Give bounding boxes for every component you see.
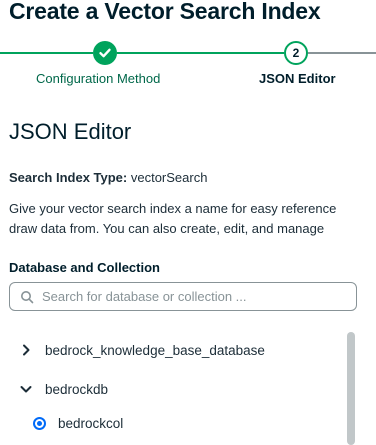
stepper-line-pending xyxy=(308,52,376,54)
check-icon xyxy=(99,48,111,58)
description-line: draw data from. You can also create, edi… xyxy=(9,221,325,236)
step-2-label: JSON Editor xyxy=(259,71,336,86)
tree-scrollbar[interactable] xyxy=(345,332,357,445)
scrollbar-thumb[interactable] xyxy=(347,332,355,445)
tree-item-database[interactable]: bedrockdb xyxy=(0,377,108,401)
collection-radio[interactable] xyxy=(33,416,46,430)
search-field[interactable] xyxy=(9,282,357,311)
database-collection-label: Database and Collection xyxy=(9,260,160,275)
stepper-line xyxy=(0,52,93,54)
tree-item-label: bedrockdb xyxy=(45,381,109,397)
index-type-label: Search Index Type: xyxy=(9,170,128,185)
page-title: Create a Vector Search Index xyxy=(9,0,321,24)
index-type: Search Index Type: vectorSearch xyxy=(9,170,207,185)
stepper-line xyxy=(117,52,284,54)
step-1-indicator[interactable] xyxy=(93,41,117,65)
section-title: JSON Editor xyxy=(9,119,132,144)
tree-item-database[interactable]: bedrock_knowledge_base_database xyxy=(0,338,265,362)
search-icon xyxy=(21,291,34,304)
tree-item-label: bedrockcol xyxy=(58,415,124,431)
database-tree: bedrock_knowledge_base_database bedrockd… xyxy=(0,330,376,445)
tree-item-collection[interactable]: bedrockcol xyxy=(0,411,123,435)
step-1-label[interactable]: Configuration Method xyxy=(36,71,160,86)
description: Give your vector search index a name for… xyxy=(9,199,376,239)
tree-item-label: bedrock_knowledge_base_database xyxy=(45,342,265,358)
index-type-value: vectorSearch xyxy=(127,170,208,185)
search-input[interactable] xyxy=(42,287,342,306)
description-line: Give your vector search index a name for… xyxy=(9,201,337,216)
chevron-right-icon[interactable] xyxy=(18,342,34,358)
step-2-indicator: 2 xyxy=(284,41,308,65)
chevron-down-icon[interactable] xyxy=(18,381,34,397)
stepper: 2 Configuration Method JSON Editor xyxy=(0,40,376,90)
